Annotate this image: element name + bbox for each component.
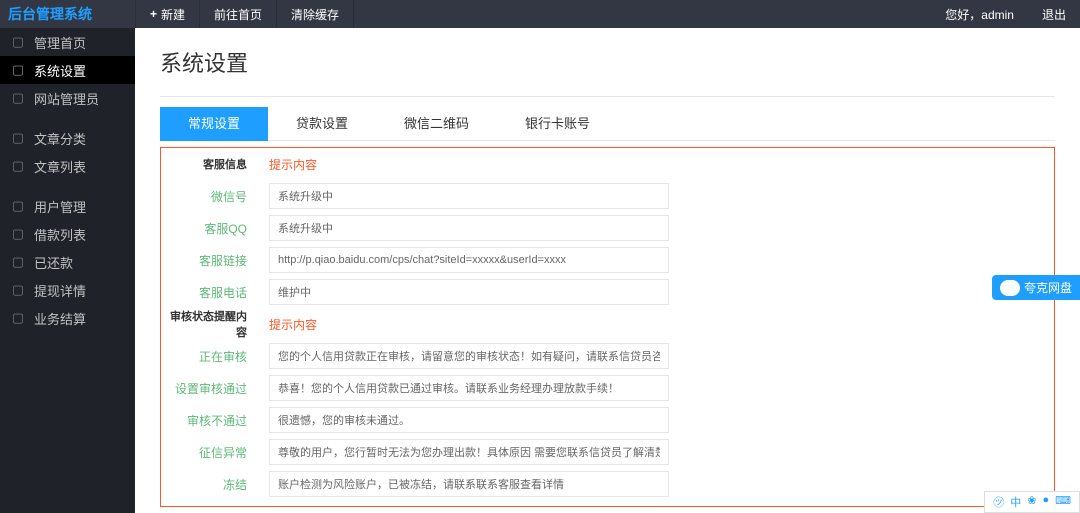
kefu-fields-input-2[interactable] bbox=[269, 247, 669, 273]
sidebar-item-0[interactable]: ▢ 管理首页 bbox=[0, 28, 135, 56]
field-label: 正在审核 bbox=[161, 348, 261, 365]
field-label: 冻结 bbox=[161, 476, 261, 493]
gear-icon: ▢ bbox=[10, 62, 26, 78]
sidebar-item-1[interactable]: ▢ 系统设置 bbox=[0, 56, 135, 84]
doc-icon: ▢ bbox=[10, 158, 26, 174]
sidebar-item-9[interactable]: ▢ 业务结算 bbox=[0, 304, 135, 332]
sidebar-item-3[interactable]: ▢ 文章分类 bbox=[0, 124, 135, 152]
tabs: 常规设置贷款设置微信二维码银行卡账号 bbox=[160, 107, 1055, 141]
ime-bar[interactable]: ㋡中 ❀ ● ⌨ bbox=[984, 491, 1080, 513]
kefu-fields-input-3[interactable] bbox=[269, 279, 669, 305]
sidebar-item-2[interactable]: ▢ 网站管理员 bbox=[0, 84, 135, 112]
field-label: 客服链接 bbox=[161, 252, 261, 269]
field-label: 设置审核通过 bbox=[161, 380, 261, 397]
field-label: 审核不通过 bbox=[161, 412, 261, 429]
sidebar: ▢ 管理首页 ▢ 系统设置 ▢ 网站管理员 ▢ 文章分类 ▢ 文章列表 ▢ 用户管理 ▢ 借款列表 ▢ 已还款… bbox=[0, 28, 135, 513]
cloud-icon bbox=[1000, 280, 1020, 296]
logout-button[interactable]: 退出 bbox=[1028, 0, 1080, 28]
ime-item[interactable]: ⌨ bbox=[1055, 494, 1071, 510]
goto-home-button[interactable]: 前往首页 bbox=[200, 0, 277, 28]
ime-item[interactable]: 中 bbox=[1010, 494, 1021, 510]
sidebar-item-5[interactable]: ▢ 用户管理 bbox=[0, 192, 135, 220]
user-greeting[interactable]: 您好，admin bbox=[931, 0, 1028, 28]
audit-fields-input-3[interactable] bbox=[269, 439, 669, 465]
clear-cache-button[interactable]: 清除缓存 bbox=[277, 0, 354, 28]
field-label: 客服电话 bbox=[161, 284, 261, 301]
plus-icon: + bbox=[150, 7, 157, 21]
page-title: 系统设置 bbox=[160, 46, 1055, 78]
sidebar-item-label: 用户管理 bbox=[34, 197, 86, 216]
list-icon: ▢ bbox=[10, 130, 26, 146]
sidebar-item-label: 提现详情 bbox=[34, 281, 86, 300]
detail-icon: ▢ bbox=[10, 282, 26, 298]
app-logo[interactable]: 后台管理系统 bbox=[0, 4, 135, 24]
section-header-audit: 审核状态提醒内容 bbox=[161, 308, 261, 340]
top-actions: +新建 前往首页 清除缓存 bbox=[135, 0, 354, 28]
section-hint: 提示内容 bbox=[261, 156, 317, 173]
settle-icon: ▢ bbox=[10, 310, 26, 326]
field-label: 征信异常 bbox=[161, 444, 261, 461]
sidebar-item-8[interactable]: ▢ 提现详情 bbox=[0, 276, 135, 304]
field-label: 客服QQ bbox=[161, 220, 261, 237]
audit-fields-input-0[interactable] bbox=[269, 343, 669, 369]
ime-item[interactable]: ㋡ bbox=[993, 494, 1004, 510]
tab-2[interactable]: 微信二维码 bbox=[376, 107, 497, 141]
ime-item[interactable]: ● bbox=[1042, 494, 1049, 510]
kefu-fields-input-0[interactable] bbox=[269, 183, 669, 209]
section-hint: 提示内容 bbox=[261, 316, 317, 333]
sidebar-item-label: 借款列表 bbox=[34, 225, 86, 244]
sidebar-item-label: 网站管理员 bbox=[34, 89, 99, 108]
new-button[interactable]: +新建 bbox=[135, 0, 200, 28]
users-icon: ▢ bbox=[10, 198, 26, 214]
field-label: 微信号 bbox=[161, 188, 261, 205]
sidebar-item-7[interactable]: ▢ 已还款 bbox=[0, 248, 135, 276]
audit-fields-input-2[interactable] bbox=[269, 407, 669, 433]
sidebar-item-6[interactable]: ▢ 借款列表 bbox=[0, 220, 135, 248]
sidebar-item-label: 管理首页 bbox=[34, 33, 86, 52]
tab-0[interactable]: 常规设置 bbox=[160, 107, 268, 141]
sidebar-item-label: 文章列表 bbox=[34, 157, 86, 176]
check-icon: ▢ bbox=[10, 254, 26, 270]
sidebar-item-label: 系统设置 bbox=[34, 61, 86, 80]
home-icon: ▢ bbox=[10, 34, 26, 50]
sidebar-item-label: 已还款 bbox=[34, 253, 73, 272]
kefu-fields-input-1[interactable] bbox=[269, 215, 669, 241]
quark-drive-badge[interactable]: 夸克网盘 bbox=[992, 275, 1080, 300]
form-area: 客服信息 提示内容 微信号客服QQ客服链接客服电话 审核状态提醒内容 提示内容 … bbox=[160, 147, 1055, 507]
divider bbox=[160, 96, 1055, 97]
audit-fields-input-4[interactable] bbox=[269, 471, 669, 497]
sidebar-item-4[interactable]: ▢ 文章列表 bbox=[0, 152, 135, 180]
ime-item[interactable]: ❀ bbox=[1027, 494, 1036, 510]
main-panel: 系统设置 常规设置贷款设置微信二维码银行卡账号 客服信息 提示内容 微信号客服Q… bbox=[135, 28, 1080, 513]
money-icon: ▢ bbox=[10, 226, 26, 242]
top-right: 您好，admin 退出 bbox=[931, 0, 1080, 28]
tab-1[interactable]: 贷款设置 bbox=[268, 107, 376, 141]
tab-3[interactable]: 银行卡账号 bbox=[497, 107, 618, 141]
topbar: 后台管理系统 +新建 前往首页 清除缓存 您好，admin 退出 bbox=[0, 0, 1080, 28]
user-icon: ▢ bbox=[10, 90, 26, 106]
sidebar-item-label: 业务结算 bbox=[34, 309, 86, 328]
section-header-kefu: 客服信息 bbox=[161, 156, 261, 172]
audit-fields-input-1[interactable] bbox=[269, 375, 669, 401]
sidebar-item-label: 文章分类 bbox=[34, 129, 86, 148]
